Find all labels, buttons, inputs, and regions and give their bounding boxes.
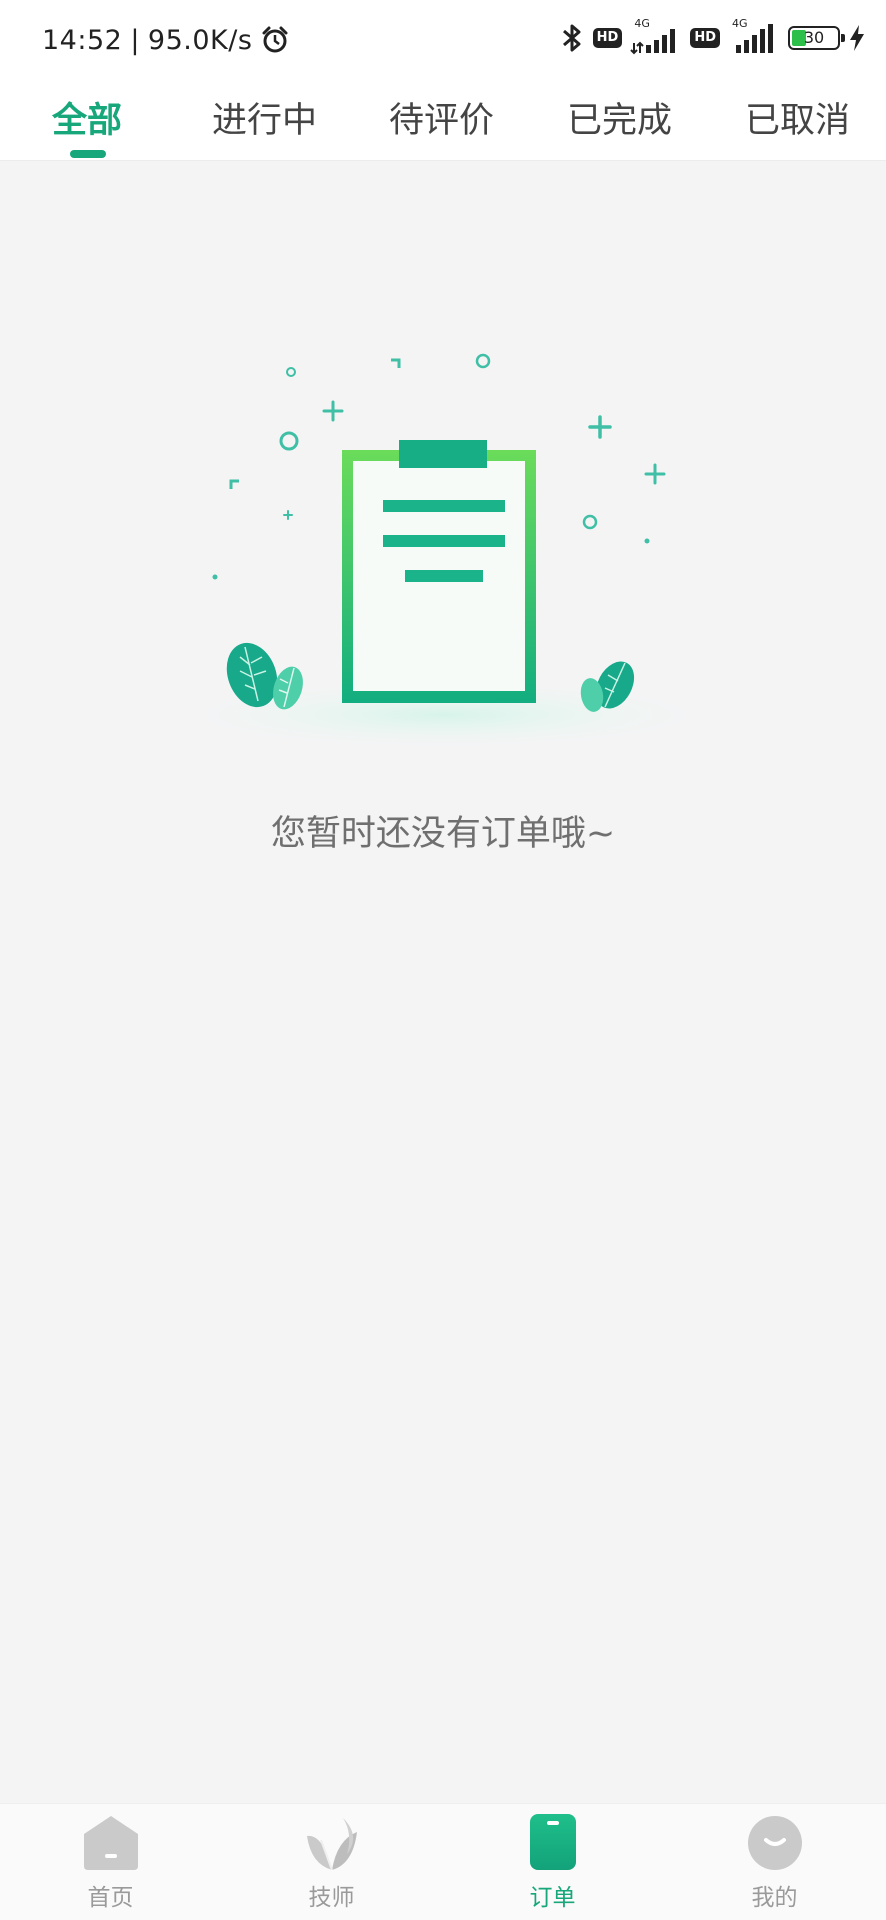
nav-orders-label: 订单: [529, 1885, 576, 1911]
tab-all[interactable]: 全部: [52, 92, 122, 143]
signal-strength-1: 4G: [630, 17, 682, 55]
tab-in-progress[interactable]: 进行中: [212, 92, 317, 143]
nav-technician[interactable]: 技师: [221, 1804, 442, 1920]
status-left: 14:52 | 95.0K/s: [42, 20, 290, 60]
order-icon: [530, 1814, 576, 1870]
status-net-speed: 95.0K/s: [147, 24, 253, 56]
signal-strength-2: 4G: [728, 17, 780, 55]
nav-orders[interactable]: 订单: [442, 1804, 663, 1920]
nav-home[interactable]: 首页: [0, 1804, 221, 1920]
hd-badge-2: HD: [690, 28, 720, 48]
bottom-navigation: 首页 技师 订单 我的: [0, 1803, 886, 1920]
bluetooth-icon: [562, 24, 581, 52]
signal-bars-icon: [736, 24, 773, 53]
alarm-clock-icon: [262, 26, 288, 53]
tab-to-review[interactable]: 待评价: [389, 92, 494, 143]
home-icon: [84, 1816, 138, 1870]
status-right: HD 4G HD 4G 30: [559, 17, 866, 58]
nav-profile-label: 我的: [751, 1885, 798, 1911]
battery-level: 30: [803, 28, 825, 47]
order-status-tabs: 全部 进行中 待评价 已完成 已取消: [0, 76, 886, 161]
tab-cancelled[interactable]: 已取消: [745, 92, 850, 143]
battery-indicator: 30: [788, 26, 845, 50]
nav-profile[interactable]: 我的: [664, 1804, 885, 1920]
technician-leaf-icon: [307, 1818, 357, 1871]
signal-bars-icon: [630, 29, 676, 55]
battery-cap: [841, 34, 845, 42]
status-bar: 14:52 | 95.0K/s HD 4G HD 4G 30: [0, 0, 886, 76]
nav-home-label: 首页: [87, 1885, 134, 1911]
tab-completed[interactable]: 已完成: [567, 92, 672, 143]
charging-bolt-icon: [850, 25, 864, 51]
nav-technician-label: 技师: [308, 1885, 355, 1911]
status-separator: |: [130, 24, 140, 56]
active-tab-indicator: [70, 150, 106, 158]
empty-clipboard-icon: [190, 353, 700, 747]
status-time: 14:52: [42, 24, 123, 56]
hd-badge-1: HD: [592, 28, 623, 48]
profile-smile-icon: [748, 1816, 802, 1870]
empty-state-message: 您暂时还没有订单哦~: [270, 814, 616, 854]
